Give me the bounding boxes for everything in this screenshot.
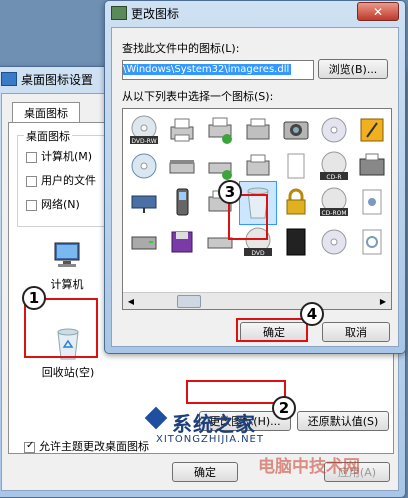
- dvd-case-icon[interactable]: [281, 227, 311, 257]
- checkbox-user-files[interactable]: 用户的文件: [26, 172, 96, 188]
- checkbox-box[interactable]: ✓: [24, 439, 35, 453]
- fax-icon[interactable]: [357, 151, 387, 181]
- annotation-4: 4: [300, 302, 324, 326]
- computer-label: 计算机: [50, 278, 84, 291]
- cd-rom-label: CD-ROM: [321, 210, 346, 217]
- annotation-3: 3: [218, 180, 242, 204]
- checkbox-label: 计算机(M): [41, 150, 93, 163]
- change-icon-cancel-button[interactable]: 取消: [322, 322, 390, 342]
- gear-page-icon[interactable]: [357, 227, 387, 257]
- tab-label: 桌面图标: [24, 107, 68, 120]
- allow-themes-checkbox[interactable]: ✓ 允许主题更改桌面图标: [24, 438, 149, 454]
- group-label: 桌面图标: [24, 128, 72, 144]
- blank-page-icon[interactable]: [281, 151, 311, 181]
- checkmark-icon: ✓: [26, 439, 35, 451]
- highlight-change-icon-button: [186, 380, 286, 404]
- pen-tablet-icon[interactable]: [357, 115, 387, 145]
- ok-button[interactable]: 确定: [172, 462, 238, 482]
- settings-page-icon[interactable]: [357, 187, 387, 217]
- desktop-icons-group: 桌面图标 计算机(M) 用户的文件 网络(N): [17, 128, 115, 227]
- list-label: 从以下列表中选择一个图标(S):: [122, 90, 274, 103]
- printer-icon[interactable]: [167, 115, 197, 145]
- restore-default-button[interactable]: 还原默认值(S): [297, 411, 389, 431]
- disc-icon[interactable]: [319, 115, 349, 145]
- lock-icon[interactable]: [281, 187, 311, 217]
- title-bar: 更改图标 ✕: [105, 1, 405, 25]
- annotation-number: 3: [224, 183, 236, 201]
- dvd-rw-label: DVD-RW: [131, 138, 156, 145]
- checkbox-network[interactable]: 网络(N): [26, 196, 80, 212]
- cd-r-label: CD-R: [326, 174, 341, 181]
- scanner-icon[interactable]: [167, 151, 197, 181]
- highlight-ok-button: [236, 318, 308, 342]
- scroll-thumb[interactable]: [177, 295, 201, 308]
- dialog-body: 查找此文件中的图标(L): \Windows\System32\imageres…: [111, 27, 399, 347]
- computer-icon: [54, 242, 80, 267]
- checkbox-label: 允许主题更改桌面图标: [39, 440, 149, 453]
- annotation-1: 1: [22, 286, 46, 310]
- cd-rom-drive-icon[interactable]: CD-ROM: [319, 187, 349, 217]
- printer-icon-2[interactable]: [243, 151, 273, 181]
- mobile-phone-icon[interactable]: [167, 187, 197, 217]
- find-label: 查找此文件中的图标(L):: [122, 42, 240, 55]
- change-icon-window: 更改图标 ✕ 查找此文件中的图标(L): \Windows\System32\i…: [104, 0, 406, 354]
- checkbox-box[interactable]: [26, 199, 37, 211]
- checkbox-box[interactable]: [26, 175, 37, 187]
- fax-printer-icon[interactable]: [243, 115, 273, 145]
- button-label: 确定: [194, 466, 216, 479]
- window-title: 更改图标: [131, 6, 180, 21]
- default-device-icon[interactable]: [205, 151, 235, 181]
- close-icon: ✕: [372, 4, 384, 19]
- close-button[interactable]: ✕: [357, 2, 399, 21]
- button-label: 浏览(B)...: [328, 63, 378, 76]
- watermark-site: 电脑中技术网: [258, 457, 360, 477]
- floppy-icon[interactable]: [167, 227, 197, 257]
- watermark-house-icon: [144, 406, 168, 430]
- tab-desktop-icons[interactable]: 桌面图标: [12, 102, 80, 123]
- browse-button[interactable]: 浏览(B)...: [318, 59, 388, 79]
- path-input[interactable]: \Windows\System32\imageres.dll: [122, 60, 314, 80]
- change-icon-title-icon: [111, 6, 127, 20]
- camera-icon[interactable]: [281, 115, 311, 145]
- checkbox-box[interactable]: [26, 151, 37, 163]
- button-label: 还原默认值(S): [307, 415, 379, 428]
- horizontal-scrollbar[interactable]: ◀ ▶: [123, 292, 391, 309]
- button-label: 取消: [345, 326, 367, 339]
- recycle-bin-label: 回收站(空): [41, 366, 95, 379]
- checkbox-label: 用户的文件: [41, 174, 96, 187]
- scroll-right-button[interactable]: ▶: [375, 293, 391, 309]
- hard-drive-icon[interactable]: [129, 227, 159, 257]
- scroll-left-button[interactable]: ◀: [123, 293, 139, 309]
- watermark-title: 系统之家: [172, 412, 256, 436]
- window-title: 桌面图标设置: [21, 72, 94, 87]
- annotation-number: 4: [306, 305, 318, 323]
- cd-r-drive-icon[interactable]: CD-R: [319, 151, 349, 181]
- desktop-icon-computer[interactable]: 计算机: [37, 241, 97, 292]
- dvd-label: DVD: [251, 250, 265, 257]
- default-printer-icon[interactable]: [205, 115, 235, 145]
- network-drive-icon[interactable]: [129, 187, 159, 217]
- annotation-number: 1: [28, 289, 40, 307]
- path-value: \Windows\System32\imageres.dll: [123, 64, 292, 75]
- disc-icon-2[interactable]: [319, 227, 349, 257]
- checkbox-label: 网络(N): [41, 198, 80, 211]
- blue-disc-icon[interactable]: [129, 151, 159, 181]
- desktop-icon-settings-icon: [1, 72, 17, 86]
- checkbox-computer[interactable]: 计算机(M): [26, 148, 92, 164]
- watermark-logo: 系统之家 XITONGZHIJIA.NET: [144, 406, 288, 450]
- watermark-url: XITONGZHIJIA.NET: [156, 434, 264, 445]
- dvd-rw-drive-icon[interactable]: DVD-RW: [129, 115, 159, 145]
